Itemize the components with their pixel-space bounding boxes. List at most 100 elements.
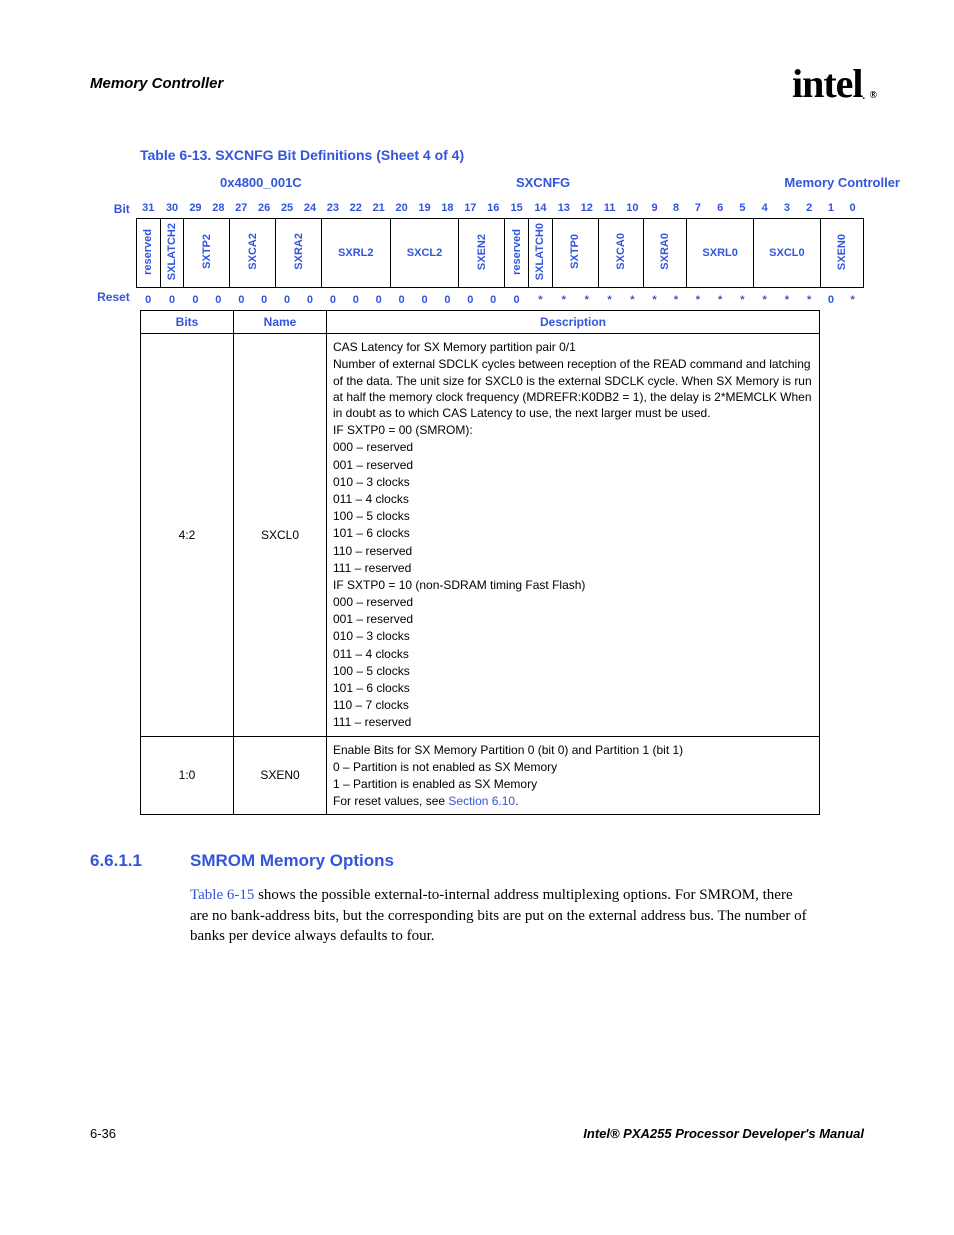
- bit-number: 29: [184, 198, 207, 219]
- reset-row-label: Reset: [90, 286, 130, 308]
- bit-field: SXTP0: [552, 219, 598, 288]
- bit-number: 11: [598, 198, 621, 219]
- reset-value: 0: [505, 288, 529, 311]
- reset-value: 0: [390, 288, 413, 311]
- page-header: Memory Controller intel. ®: [90, 60, 864, 107]
- bit-row-label: Bit: [90, 198, 130, 220]
- bit-number: 26: [253, 198, 276, 219]
- bit-number: 7: [687, 198, 709, 219]
- bits-cell: 1:0: [141, 736, 234, 815]
- bit-field: SXCL0: [754, 219, 821, 288]
- bit-number: 31: [136, 198, 160, 219]
- section-link[interactable]: Section 6.10: [448, 794, 515, 808]
- page-footer: 6-36 Intel® PXA255 Processor Developer's…: [90, 1126, 864, 1141]
- bit-number: 23: [321, 198, 344, 219]
- reset-value: 0: [820, 288, 841, 311]
- bit-field: SXRL2: [321, 219, 390, 288]
- reset-value: 0: [459, 288, 482, 311]
- reset-value: 0: [207, 288, 230, 311]
- bit-number: 16: [482, 198, 505, 219]
- reset-value: *: [575, 288, 598, 311]
- description-table: Bits Name Description 4:2SXCL0CAS Latenc…: [140, 310, 820, 815]
- reset-value: *: [687, 288, 709, 311]
- reset-value: *: [644, 288, 665, 311]
- bit-definition-table: 3130292827262524232221201918171615141312…: [136, 198, 864, 310]
- name-cell: SXEN0: [234, 736, 327, 815]
- bit-number: 14: [529, 198, 553, 219]
- bit-number: 6: [709, 198, 731, 219]
- col-header-description: Description: [327, 311, 820, 334]
- reset-value: 0: [299, 288, 322, 311]
- reset-value: *: [754, 288, 776, 311]
- reset-value: 0: [482, 288, 505, 311]
- bit-number: 1: [820, 198, 841, 219]
- bit-number: 0: [842, 198, 864, 219]
- name-cell: SXCL0: [234, 334, 327, 736]
- bit-number: 24: [299, 198, 322, 219]
- bit-number: 21: [367, 198, 390, 219]
- col-header-bits: Bits: [141, 311, 234, 334]
- bit-field: SXRL0: [687, 219, 754, 288]
- reset-value: 0: [321, 288, 344, 311]
- bit-number: 4: [754, 198, 776, 219]
- reset-value: *: [552, 288, 575, 311]
- bit-number: 13: [552, 198, 575, 219]
- reset-value: *: [776, 288, 798, 311]
- bit-number: 2: [798, 198, 820, 219]
- reset-value: *: [598, 288, 621, 311]
- bit-number: 3: [776, 198, 798, 219]
- bit-number: 10: [621, 198, 644, 219]
- reset-value: *: [842, 288, 864, 311]
- bit-field: SXCA2: [230, 219, 276, 288]
- reset-value: 0: [230, 288, 253, 311]
- bit-number: 25: [276, 198, 299, 219]
- logo-text: intel: [792, 61, 863, 106]
- bit-number: 27: [230, 198, 253, 219]
- reset-value: 0: [367, 288, 390, 311]
- reset-value: 0: [160, 288, 184, 311]
- section-title: Memory Controller: [90, 75, 223, 92]
- bits-cell: 4:2: [141, 334, 234, 736]
- reset-value: *: [529, 288, 553, 311]
- bit-field: SXEN2: [459, 219, 505, 288]
- section-heading: 6.6.1.1 SMROM Memory Options: [90, 851, 864, 871]
- bit-field: SXCL2: [390, 219, 459, 288]
- table-link[interactable]: Table 6-15: [190, 887, 254, 903]
- doc-title: Intel® PXA255 Processor Developer's Manu…: [583, 1126, 864, 1141]
- table-caption: Table 6-13. SXCNFG Bit Definitions (Shee…: [140, 147, 864, 163]
- section-title-text: SMROM Memory Options: [190, 851, 394, 871]
- bit-field: SXCA0: [598, 219, 644, 288]
- section-body: Table 6-15 shows the possible external-t…: [190, 885, 810, 946]
- bit-number: 28: [207, 198, 230, 219]
- intel-logo: intel. ®: [792, 60, 864, 107]
- bit-field: SXEN0: [820, 219, 863, 288]
- bit-number: 12: [575, 198, 598, 219]
- bit-number: 18: [436, 198, 459, 219]
- register-owner: Memory Controller: [784, 175, 900, 190]
- bit-number: 19: [413, 198, 436, 219]
- reset-value: 0: [344, 288, 367, 311]
- bit-field: SXLATCH2: [160, 219, 184, 288]
- bit-field: reserved: [505, 219, 529, 288]
- reset-value: 0: [136, 288, 160, 311]
- register-address: 0x4800_001C: [220, 175, 302, 190]
- reset-value: *: [709, 288, 731, 311]
- register-name: SXCNFG: [516, 175, 570, 190]
- bit-field: SXRA2: [276, 219, 322, 288]
- reset-value: 0: [276, 288, 299, 311]
- bit-number: 9: [644, 198, 665, 219]
- bit-field: SXLATCH0: [529, 219, 553, 288]
- reset-value: 0: [184, 288, 207, 311]
- reset-value: 0: [253, 288, 276, 311]
- description-cell: CAS Latency for SX Memory partition pair…: [327, 334, 820, 736]
- reset-value: *: [621, 288, 644, 311]
- reset-value: *: [731, 288, 753, 311]
- logo-registered: ®: [870, 90, 876, 101]
- reset-value: 0: [413, 288, 436, 311]
- bit-number: 17: [459, 198, 482, 219]
- description-cell: Enable Bits for SX Memory Partition 0 (b…: [327, 736, 820, 815]
- bit-field: reserved: [136, 219, 160, 288]
- bit-number: 5: [731, 198, 753, 219]
- bit-number: 22: [344, 198, 367, 219]
- bit-number: 20: [390, 198, 413, 219]
